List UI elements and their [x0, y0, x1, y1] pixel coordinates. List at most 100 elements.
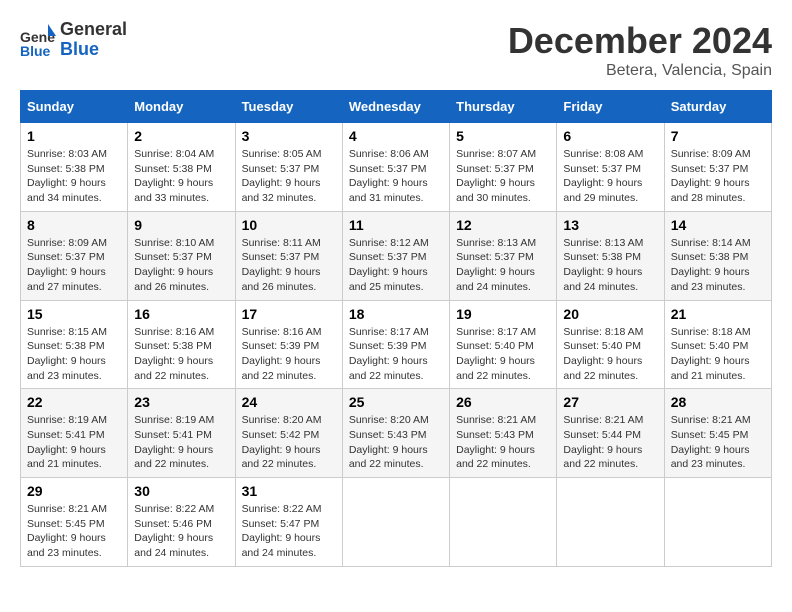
cell-content: Sunrise: 8:13 AMSunset: 5:38 PMDaylight:…	[563, 236, 657, 295]
calendar-cell: 5 Sunrise: 8:07 AMSunset: 5:37 PMDaylight…	[450, 123, 557, 212]
weekday-header: Sunday	[21, 91, 128, 123]
day-number: 29	[27, 483, 121, 499]
calendar-cell	[450, 478, 557, 567]
calendar-cell: 17 Sunrise: 8:16 AMSunset: 5:39 PMDayligh…	[235, 300, 342, 389]
logo-line1: General	[60, 20, 127, 40]
svg-text:Blue: Blue	[20, 43, 51, 58]
day-number: 4	[349, 128, 443, 144]
day-number: 30	[134, 483, 228, 499]
calendar-cell: 18 Sunrise: 8:17 AMSunset: 5:39 PMDayligh…	[342, 300, 449, 389]
weekday-header: Monday	[128, 91, 235, 123]
cell-content: Sunrise: 8:18 AMSunset: 5:40 PMDaylight:…	[563, 325, 657, 384]
cell-content: Sunrise: 8:20 AMSunset: 5:42 PMDaylight:…	[242, 413, 336, 472]
day-number: 20	[563, 306, 657, 322]
weekday-header: Wednesday	[342, 91, 449, 123]
calendar-cell: 29 Sunrise: 8:21 AMSunset: 5:45 PMDayligh…	[21, 478, 128, 567]
day-number: 9	[134, 217, 228, 233]
day-number: 1	[27, 128, 121, 144]
cell-content: Sunrise: 8:13 AMSunset: 5:37 PMDaylight:…	[456, 236, 550, 295]
calendar-cell: 23 Sunrise: 8:19 AMSunset: 5:41 PMDayligh…	[128, 389, 235, 478]
day-number: 23	[134, 394, 228, 410]
logo-line2: Blue	[60, 40, 127, 60]
day-number: 17	[242, 306, 336, 322]
calendar-cell: 3 Sunrise: 8:05 AMSunset: 5:37 PMDaylight…	[235, 123, 342, 212]
logo: General Blue General Blue	[20, 20, 127, 60]
day-number: 25	[349, 394, 443, 410]
day-number: 18	[349, 306, 443, 322]
cell-content: Sunrise: 8:03 AMSunset: 5:38 PMDaylight:…	[27, 147, 121, 206]
cell-content: Sunrise: 8:22 AMSunset: 5:47 PMDaylight:…	[242, 502, 336, 561]
calendar-cell: 9 Sunrise: 8:10 AMSunset: 5:37 PMDaylight…	[128, 211, 235, 300]
day-number: 2	[134, 128, 228, 144]
cell-content: Sunrise: 8:09 AMSunset: 5:37 PMDaylight:…	[27, 236, 121, 295]
calendar-cell: 16Sunrise: 8:16 AMSunset: 5:38 PMDayligh…	[128, 300, 235, 389]
calendar-cell: 25Sunrise: 8:20 AMSunset: 5:43 PMDayligh…	[342, 389, 449, 478]
calendar-cell: 11Sunrise: 8:12 AMSunset: 5:37 PMDayligh…	[342, 211, 449, 300]
day-number: 6	[563, 128, 657, 144]
calendar-cell: 28 Sunrise: 8:21 AMSunset: 5:45 PMDayligh…	[664, 389, 771, 478]
location-title: Betera, Valencia, Spain	[508, 62, 772, 80]
logo-icon: General Blue	[20, 22, 56, 58]
cell-content: Sunrise: 8:21 AMSunset: 5:45 PMDaylight:…	[27, 502, 121, 561]
calendar-cell: 14 Sunrise: 8:14 AMSunset: 5:38 PMDayligh…	[664, 211, 771, 300]
day-number: 5	[456, 128, 550, 144]
day-number: 26	[456, 394, 550, 410]
weekday-header: Thursday	[450, 91, 557, 123]
day-number: 22	[27, 394, 121, 410]
title-area: December 2024 Betera, Valencia, Spain	[508, 20, 772, 80]
cell-content: Sunrise: 8:05 AMSunset: 5:37 PMDaylight:…	[242, 147, 336, 206]
calendar-cell: 20 Sunrise: 8:18 AMSunset: 5:40 PMDayligh…	[557, 300, 664, 389]
calendar-cell: 13Sunrise: 8:13 AMSunset: 5:38 PMDayligh…	[557, 211, 664, 300]
calendar-cell	[664, 478, 771, 567]
cell-content: Sunrise: 8:07 AMSunset: 5:37 PMDaylight:…	[456, 147, 550, 206]
weekday-header: Friday	[557, 91, 664, 123]
calendar-cell: 2Sunrise: 8:04 AMSunset: 5:38 PMDaylight…	[128, 123, 235, 212]
calendar-cell: 26 Sunrise: 8:21 AMSunset: 5:43 PMDayligh…	[450, 389, 557, 478]
day-number: 19	[456, 306, 550, 322]
day-number: 14	[671, 217, 765, 233]
day-number: 31	[242, 483, 336, 499]
cell-content: Sunrise: 8:21 AMSunset: 5:43 PMDaylight:…	[456, 413, 550, 472]
cell-content: Sunrise: 8:21 AMSunset: 5:45 PMDaylight:…	[671, 413, 765, 472]
day-number: 21	[671, 306, 765, 322]
calendar-cell	[342, 478, 449, 567]
cell-content: Sunrise: 8:08 AMSunset: 5:37 PMDaylight:…	[563, 147, 657, 206]
calendar-cell: 31 Sunrise: 8:22 AMSunset: 5:47 PMDayligh…	[235, 478, 342, 567]
calendar-cell: 15 Sunrise: 8:15 AMSunset: 5:38 PMDayligh…	[21, 300, 128, 389]
cell-content: Sunrise: 8:17 AMSunset: 5:40 PMDaylight:…	[456, 325, 550, 384]
cell-content: Sunrise: 8:06 AMSunset: 5:37 PMDaylight:…	[349, 147, 443, 206]
calendar-cell: 12Sunrise: 8:13 AMSunset: 5:37 PMDayligh…	[450, 211, 557, 300]
calendar-cell: 21 Sunrise: 8:18 AMSunset: 5:40 PMDayligh…	[664, 300, 771, 389]
day-number: 8	[27, 217, 121, 233]
cell-content: Sunrise: 8:16 AMSunset: 5:38 PMDaylight:…	[134, 325, 228, 384]
weekday-header: Tuesday	[235, 91, 342, 123]
day-number: 3	[242, 128, 336, 144]
cell-content: Sunrise: 8:09 AMSunset: 5:37 PMDaylight:…	[671, 147, 765, 206]
cell-content: Sunrise: 8:21 AMSunset: 5:44 PMDaylight:…	[563, 413, 657, 472]
cell-content: Sunrise: 8:14 AMSunset: 5:38 PMDaylight:…	[671, 236, 765, 295]
cell-content: Sunrise: 8:19 AMSunset: 5:41 PMDaylight:…	[134, 413, 228, 472]
calendar-cell: 19 Sunrise: 8:17 AMSunset: 5:40 PMDayligh…	[450, 300, 557, 389]
day-number: 15	[27, 306, 121, 322]
calendar-cell: 24 Sunrise: 8:20 AMSunset: 5:42 PMDayligh…	[235, 389, 342, 478]
calendar-cell: 27Sunrise: 8:21 AMSunset: 5:44 PMDayligh…	[557, 389, 664, 478]
day-number: 7	[671, 128, 765, 144]
cell-content: Sunrise: 8:18 AMSunset: 5:40 PMDaylight:…	[671, 325, 765, 384]
cell-content: Sunrise: 8:17 AMSunset: 5:39 PMDaylight:…	[349, 325, 443, 384]
cell-content: Sunrise: 8:12 AMSunset: 5:37 PMDaylight:…	[349, 236, 443, 295]
cell-content: Sunrise: 8:15 AMSunset: 5:38 PMDaylight:…	[27, 325, 121, 384]
weekday-header: Saturday	[664, 91, 771, 123]
cell-content: Sunrise: 8:19 AMSunset: 5:41 PMDaylight:…	[27, 413, 121, 472]
cell-content: Sunrise: 8:22 AMSunset: 5:46 PMDaylight:…	[134, 502, 228, 561]
day-number: 24	[242, 394, 336, 410]
calendar-cell: 22 Sunrise: 8:19 AMSunset: 5:41 PMDayligh…	[21, 389, 128, 478]
calendar-cell: 8 Sunrise: 8:09 AMSunset: 5:37 PMDaylight…	[21, 211, 128, 300]
cell-content: Sunrise: 8:10 AMSunset: 5:37 PMDaylight:…	[134, 236, 228, 295]
calendar-cell: 10Sunrise: 8:11 AMSunset: 5:37 PMDayligh…	[235, 211, 342, 300]
month-title: December 2024	[508, 20, 772, 62]
cell-content: Sunrise: 8:16 AMSunset: 5:39 PMDaylight:…	[242, 325, 336, 384]
calendar-cell: 1 Sunrise: 8:03 AMSunset: 5:38 PMDaylight…	[21, 123, 128, 212]
cell-content: Sunrise: 8:11 AMSunset: 5:37 PMDaylight:…	[242, 236, 336, 295]
calendar-cell: 4 Sunrise: 8:06 AMSunset: 5:37 PMDaylight…	[342, 123, 449, 212]
day-number: 28	[671, 394, 765, 410]
